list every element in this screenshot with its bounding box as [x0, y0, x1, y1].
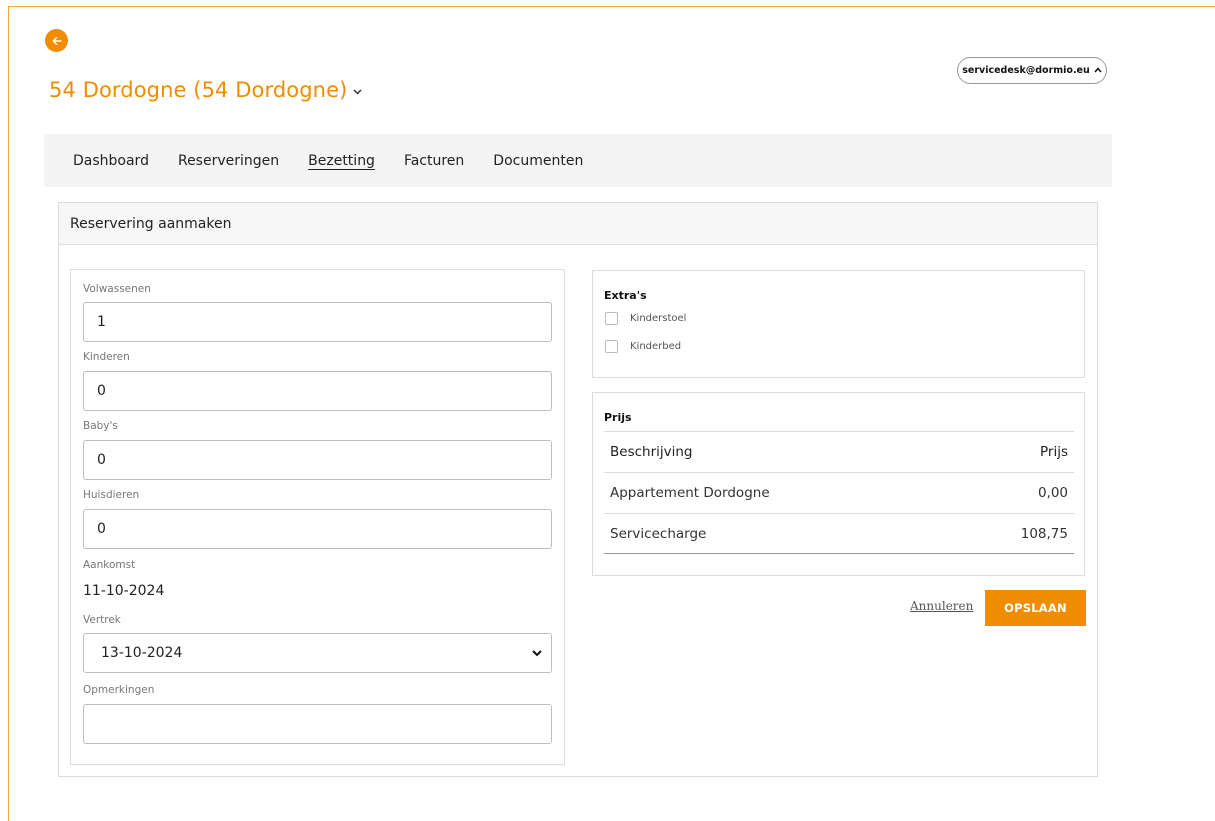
price-table: Beschrijving Prijs Appartement Dordogne …	[604, 431, 1074, 554]
kinderstoel-checkbox[interactable]	[605, 312, 618, 325]
children-input[interactable]	[83, 371, 552, 411]
arrival-label: Aankomst	[83, 559, 136, 571]
reservation-form-panel: Volwassenen Kinderen Baby's Huisdieren A…	[70, 269, 565, 765]
row-price: 0,00	[1037, 485, 1068, 501]
babies-input[interactable]	[83, 440, 552, 480]
price-title: Prijs	[604, 411, 632, 424]
user-email: servicedesk@dormio.eu	[962, 65, 1090, 76]
row-price: 108,75	[1020, 525, 1068, 542]
cancel-link[interactable]: Annuleren	[910, 599, 973, 613]
remarks-label: Opmerkingen	[83, 684, 155, 696]
pets-input[interactable]	[83, 509, 552, 549]
departure-label: Vertrek	[83, 614, 121, 626]
arrival-value: 11-10-2024	[83, 583, 165, 599]
column-price: Prijs	[1040, 444, 1068, 460]
price-panel: Prijs Beschrijving Prijs Appartement Dor…	[592, 392, 1085, 576]
extra-option-kinderstoel[interactable]: Kinderstoel	[605, 312, 686, 325]
frame-left-border	[8, 6, 9, 821]
user-menu-button[interactable]: servicedesk@dormio.eu	[957, 57, 1107, 84]
babies-label: Baby's	[83, 420, 118, 432]
nav-reserveringen[interactable]: Reserveringen	[178, 153, 279, 169]
column-description: Beschrijving	[610, 444, 693, 460]
chevron-down-icon	[353, 86, 362, 98]
card-title: Reservering aanmaken	[59, 203, 1097, 245]
kinderbed-checkbox[interactable]	[605, 340, 618, 353]
table-row: Appartement Dordogne 0,00	[604, 472, 1074, 513]
back-button[interactable]	[45, 29, 68, 52]
adults-label: Volwassenen	[83, 283, 151, 295]
adults-input[interactable]	[83, 302, 552, 342]
price-table-header: Beschrijving Prijs	[604, 431, 1074, 472]
arrow-left-icon	[52, 36, 62, 45]
kinderbed-label: Kinderbed	[630, 341, 682, 352]
main-nav: Dashboard Reserveringen Bezetting Factur…	[44, 134, 1112, 187]
save-button[interactable]: OPSLAAN	[985, 590, 1086, 626]
chevron-down-icon	[532, 650, 542, 657]
nav-facturen[interactable]: Facturen	[404, 153, 464, 169]
departure-selected-value: 13-10-2024	[101, 645, 183, 661]
page-title: 54 Dordogne (54 Dordogne)	[49, 78, 348, 102]
nav-documenten[interactable]: Documenten	[493, 153, 583, 169]
row-description: Servicecharge	[610, 525, 707, 542]
frame-top-border	[8, 6, 1215, 7]
pets-label: Huisdieren	[83, 489, 140, 501]
nav-dashboard[interactable]: Dashboard	[73, 153, 149, 169]
children-label: Kinderen	[83, 351, 130, 363]
extra-option-kinderbed[interactable]: Kinderbed	[605, 340, 681, 353]
extras-panel: Extra's Kinderstoel Kinderbed	[592, 270, 1085, 378]
table-row: Servicecharge 108,75	[604, 513, 1074, 554]
kinderstoel-label: Kinderstoel	[630, 313, 687, 324]
property-selector[interactable]: 54 Dordogne (54 Dordogne)	[49, 78, 362, 102]
chevron-up-icon	[1094, 65, 1102, 76]
departure-select[interactable]: 13-10-2024	[83, 633, 552, 673]
row-description: Appartement Dordogne	[610, 485, 770, 501]
extras-title: Extra's	[604, 289, 647, 302]
remarks-input[interactable]	[83, 704, 552, 744]
nav-bezetting[interactable]: Bezetting	[308, 153, 375, 169]
